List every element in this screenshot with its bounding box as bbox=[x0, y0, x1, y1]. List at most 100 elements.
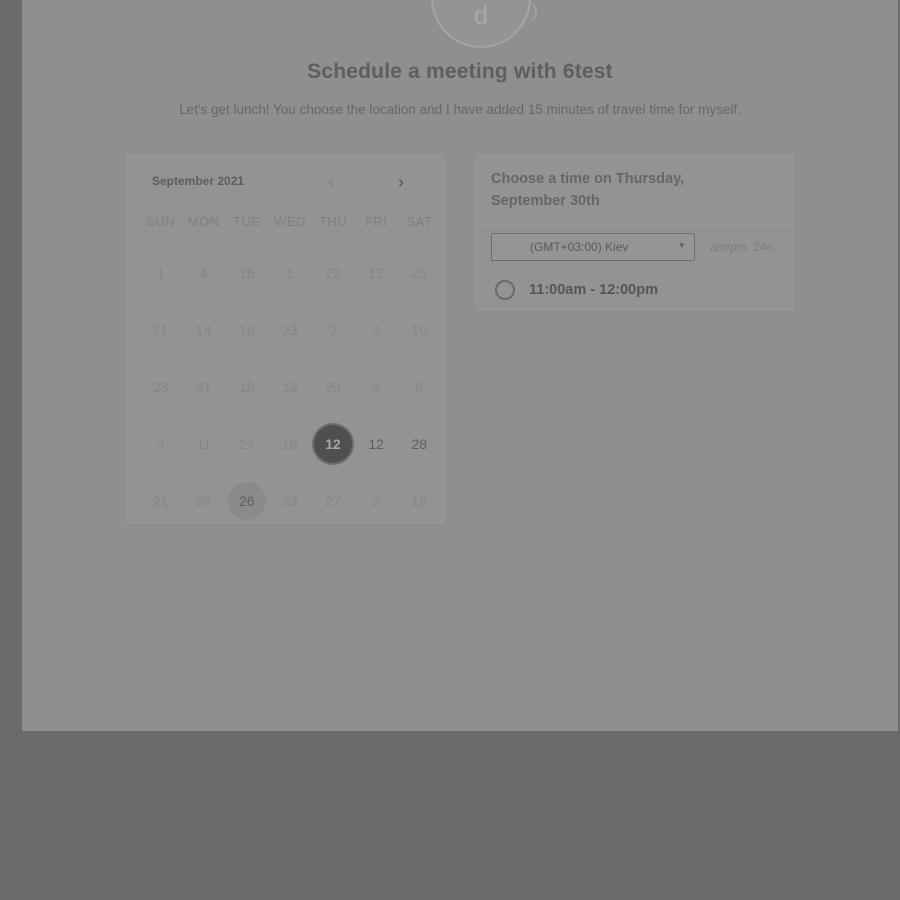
page-subtitle: Let's get lunch! You choose the location… bbox=[179, 102, 741, 117]
calendar-day-number: 25 bbox=[411, 264, 428, 281]
calendar-day: 26 bbox=[225, 473, 268, 530]
calendar-day: 11 bbox=[182, 416, 225, 473]
calendar-day-number: 16 bbox=[239, 321, 255, 338]
calendar-day-number: 21 bbox=[152, 493, 169, 510]
format-24h-option[interactable]: 24h bbox=[753, 240, 773, 254]
calendar-day-number: 16 bbox=[282, 436, 298, 453]
calendar-weekdays: SUN MON TUE WED THU FRI SAT bbox=[139, 214, 441, 229]
calendar-day-number: 12 bbox=[314, 425, 353, 464]
avatar: d bbox=[431, 0, 537, 48]
chevron-left-icon[interactable]: ‹ bbox=[321, 172, 341, 192]
calendar-day: 2 bbox=[312, 301, 355, 358]
calendar-day-number: 22 bbox=[325, 264, 341, 281]
weekday-label: THU bbox=[318, 214, 348, 229]
calendar-day-number: 3 bbox=[156, 436, 165, 453]
calendar-day-number: 1 bbox=[286, 264, 294, 281]
calendar-day-number: 11 bbox=[196, 436, 211, 453]
avatar-letter: d bbox=[473, 0, 489, 30]
calendar-day-number: 15 bbox=[411, 493, 428, 510]
avatar-arc-decoration bbox=[521, 2, 537, 22]
calendar-day-number: 21 bbox=[152, 321, 169, 338]
time-slot-label: 11:00am - 12:00pm bbox=[529, 282, 658, 298]
calendar-day: 16 bbox=[225, 301, 268, 358]
calendar-day-number: 31 bbox=[195, 378, 212, 395]
calendar-day: 21 bbox=[139, 473, 182, 530]
calendar-day: 14 bbox=[182, 301, 225, 358]
calendar-day: 27 bbox=[225, 416, 268, 473]
radio-button[interactable] bbox=[495, 280, 515, 300]
calendar-day-number: 4 bbox=[199, 264, 208, 281]
time-picker: Choose a time on Thursday, September 30t… bbox=[476, 155, 794, 310]
chevron-right-icon[interactable]: › bbox=[391, 172, 411, 192]
calendar-day-number: 10 bbox=[411, 321, 428, 338]
weekday-label: WED bbox=[274, 214, 306, 229]
weekday-label: MON bbox=[187, 214, 220, 229]
calendar-day: 25 bbox=[398, 244, 441, 301]
calendar-day-number: 4 bbox=[372, 378, 381, 395]
calendar-day-number: 12 bbox=[368, 436, 384, 453]
calendar-day-number: 27 bbox=[239, 436, 255, 453]
calendar-day-number: 6 bbox=[415, 378, 424, 395]
calendar-day: 28 bbox=[182, 473, 225, 530]
timezone-select[interactable]: (GMT+03:00) Kiev ▾ bbox=[491, 233, 695, 261]
calendar-month-label: September 2021 bbox=[152, 174, 245, 188]
calendar-day: 13 bbox=[268, 358, 311, 415]
calendar-day: 22 bbox=[312, 244, 355, 301]
calendar-day: 10 bbox=[398, 301, 441, 358]
calendar-day-number: 13 bbox=[282, 378, 298, 395]
calendar-day: 3 bbox=[355, 301, 398, 358]
calendar-day: 16 bbox=[268, 416, 311, 473]
calendar-day[interactable]: 28 bbox=[398, 416, 441, 473]
calendar-day: 4 bbox=[182, 244, 225, 301]
calendar-day: 2 bbox=[355, 473, 398, 530]
calendar-day: 12 bbox=[355, 244, 398, 301]
calendar-day: 1 bbox=[268, 244, 311, 301]
time-slot[interactable]: 11:00am - 12:00pm bbox=[495, 277, 658, 303]
calendar-day-number: 2 bbox=[329, 321, 337, 338]
calendar-day-grid: 1 4 16 1 22 12 25 21 14 16 23 2 3 10 23 31 18 13 29 4 6 3 11 27… bbox=[139, 244, 441, 530]
timezone-value: (GMT+03:00) Kiev bbox=[530, 240, 629, 254]
calendar-day: 23 bbox=[268, 473, 311, 530]
weekday-label: SUN bbox=[146, 214, 176, 229]
caret-down-icon: ▾ bbox=[679, 240, 684, 250]
time-picker-title: Choose a time on Thursday, September 30t… bbox=[491, 171, 685, 209]
calendar-day-number: 2 bbox=[372, 493, 381, 510]
time-format-toggle: am/pm 24h bbox=[710, 240, 773, 254]
calendar-day: 6 bbox=[398, 358, 441, 415]
weekday-label: FRI bbox=[364, 214, 388, 229]
calendar-day: 23 bbox=[139, 358, 182, 415]
calendar-day: 16 bbox=[225, 244, 268, 301]
calendar-day-number: 27 bbox=[325, 493, 341, 510]
calendar-day-number: 16 bbox=[239, 264, 255, 281]
calendar-day-number: 23 bbox=[282, 493, 298, 510]
calendar-day-number: 28 bbox=[411, 436, 428, 453]
calendar-day: 21 bbox=[139, 301, 182, 358]
calendar-day: 18 bbox=[225, 358, 268, 415]
calendar-day-number: 23 bbox=[152, 378, 169, 395]
calendar-day-number: 3 bbox=[372, 321, 381, 338]
calendar-day[interactable]: 12 bbox=[355, 416, 398, 473]
calendar-day: 31 bbox=[182, 358, 225, 415]
calendar: September 2021 ‹ › SUN MON TUE WED THU F… bbox=[126, 155, 444, 523]
calendar-day-number: 29 bbox=[325, 378, 341, 395]
weekday-label: TUE bbox=[233, 214, 261, 229]
calendar-day-number: 18 bbox=[239, 378, 255, 395]
page-title: Schedule a meeting with 6test bbox=[307, 60, 613, 83]
calendar-day: 29 bbox=[312, 358, 355, 415]
calendar-day-number: 14 bbox=[195, 321, 212, 338]
calendar-day: 4 bbox=[355, 358, 398, 415]
weekday-label: SAT bbox=[406, 214, 433, 229]
format-ampm-option[interactable]: am/pm bbox=[710, 240, 747, 254]
calendar-day-number: 23 bbox=[282, 321, 298, 338]
calendar-day: 15 bbox=[398, 473, 441, 530]
calendar-day: 23 bbox=[268, 301, 311, 358]
calendar-day-selected[interactable]: 12 bbox=[312, 416, 355, 473]
calendar-day-number: 12 bbox=[368, 264, 384, 281]
calendar-day: 3 bbox=[139, 416, 182, 473]
calendar-day-number: 26 bbox=[227, 482, 266, 521]
calendar-day-number: 1 bbox=[156, 264, 165, 281]
calendar-day-number: 28 bbox=[195, 493, 212, 510]
calendar-day: 1 bbox=[139, 244, 182, 301]
divider bbox=[477, 224, 793, 225]
divider bbox=[477, 270, 793, 271]
